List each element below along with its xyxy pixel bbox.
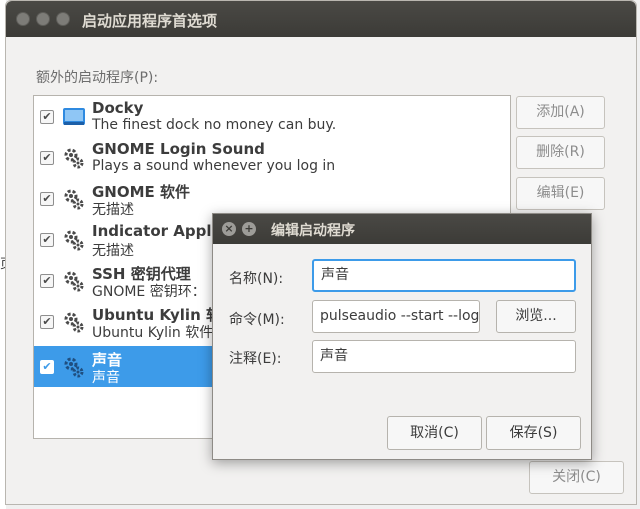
program-description: The finest dock no money can buy. — [92, 117, 337, 133]
comment-field[interactable]: 声音 — [312, 340, 576, 373]
gear-icon — [64, 312, 84, 333]
remove-button[interactable]: 删除(R) — [516, 136, 605, 169]
dialog-title: 编辑启动程序 — [271, 223, 355, 239]
edit-button[interactable]: 编辑(E) — [516, 177, 605, 210]
name-label: 名称(N): — [229, 271, 284, 287]
enable-checkbox[interactable]: ✔ — [40, 360, 54, 374]
program-description: 声音 — [92, 370, 120, 386]
program-name: GNOME Login Sound — [92, 140, 265, 158]
program-description: 无描述 — [92, 243, 134, 259]
programs-label: 额外的启动程序(P): — [36, 70, 159, 86]
program-name: Indicator Applic — [92, 222, 226, 240]
list-item[interactable]: ✔ Docky The finest dock no money can buy… — [34, 96, 510, 137]
dialog-titlebar[interactable]: × + 编辑启动程序 — [213, 214, 591, 244]
edit-startup-program-dialog: × + 编辑启动程序 名称(N): 声音 命令(M): pulseaudio -… — [212, 213, 592, 460]
enable-checkbox[interactable]: ✔ — [40, 274, 54, 288]
command-label: 命令(M): — [229, 312, 285, 328]
program-description: GNOME 密钥环： — [92, 284, 206, 300]
window-title: 启动应用程序首选项 — [82, 12, 218, 30]
enable-checkbox[interactable]: ✔ — [40, 233, 54, 247]
enable-checkbox[interactable]: ✔ — [40, 110, 54, 124]
name-field[interactable]: 声音 — [312, 259, 576, 292]
close-icon[interactable]: × — [222, 222, 236, 236]
gear-icon — [64, 230, 84, 251]
program-description: 无描述 — [92, 202, 134, 218]
maximize-window-icon[interactable] — [56, 12, 70, 26]
gear-icon — [64, 357, 84, 378]
program-description: Plays a sound whenever you log in — [92, 158, 336, 174]
gear-icon — [64, 271, 84, 292]
gear-icon — [64, 148, 84, 169]
enable-checkbox[interactable]: ✔ — [40, 192, 54, 206]
window-titlebar[interactable]: 启动应用程序首选项 — [6, 1, 636, 37]
browse-button[interactable]: 浏览... — [496, 300, 576, 333]
comment-label: 注释(E): — [229, 351, 282, 367]
enable-checkbox[interactable]: ✔ — [40, 315, 54, 329]
add-button[interactable]: 添加(A) — [516, 96, 605, 129]
close-window-icon[interactable] — [16, 12, 30, 26]
docky-icon — [63, 108, 85, 125]
program-name: Docky — [92, 99, 144, 117]
maximize-icon[interactable]: + — [242, 222, 256, 236]
minimize-window-icon[interactable] — [36, 12, 50, 26]
gear-icon — [64, 189, 84, 210]
save-button[interactable]: 保存(S) — [486, 416, 581, 450]
enable-checkbox[interactable]: ✔ — [40, 151, 54, 165]
command-field[interactable]: pulseaudio --start --log — [312, 300, 480, 333]
close-button[interactable]: 关闭(C) — [529, 461, 624, 494]
list-item[interactable]: ✔ GNOME Login Sound Plays a sound whenev… — [34, 137, 510, 178]
cancel-button[interactable]: 取消(C) — [387, 416, 482, 450]
program-description: Ubuntu Kylin 软件 — [92, 325, 214, 341]
